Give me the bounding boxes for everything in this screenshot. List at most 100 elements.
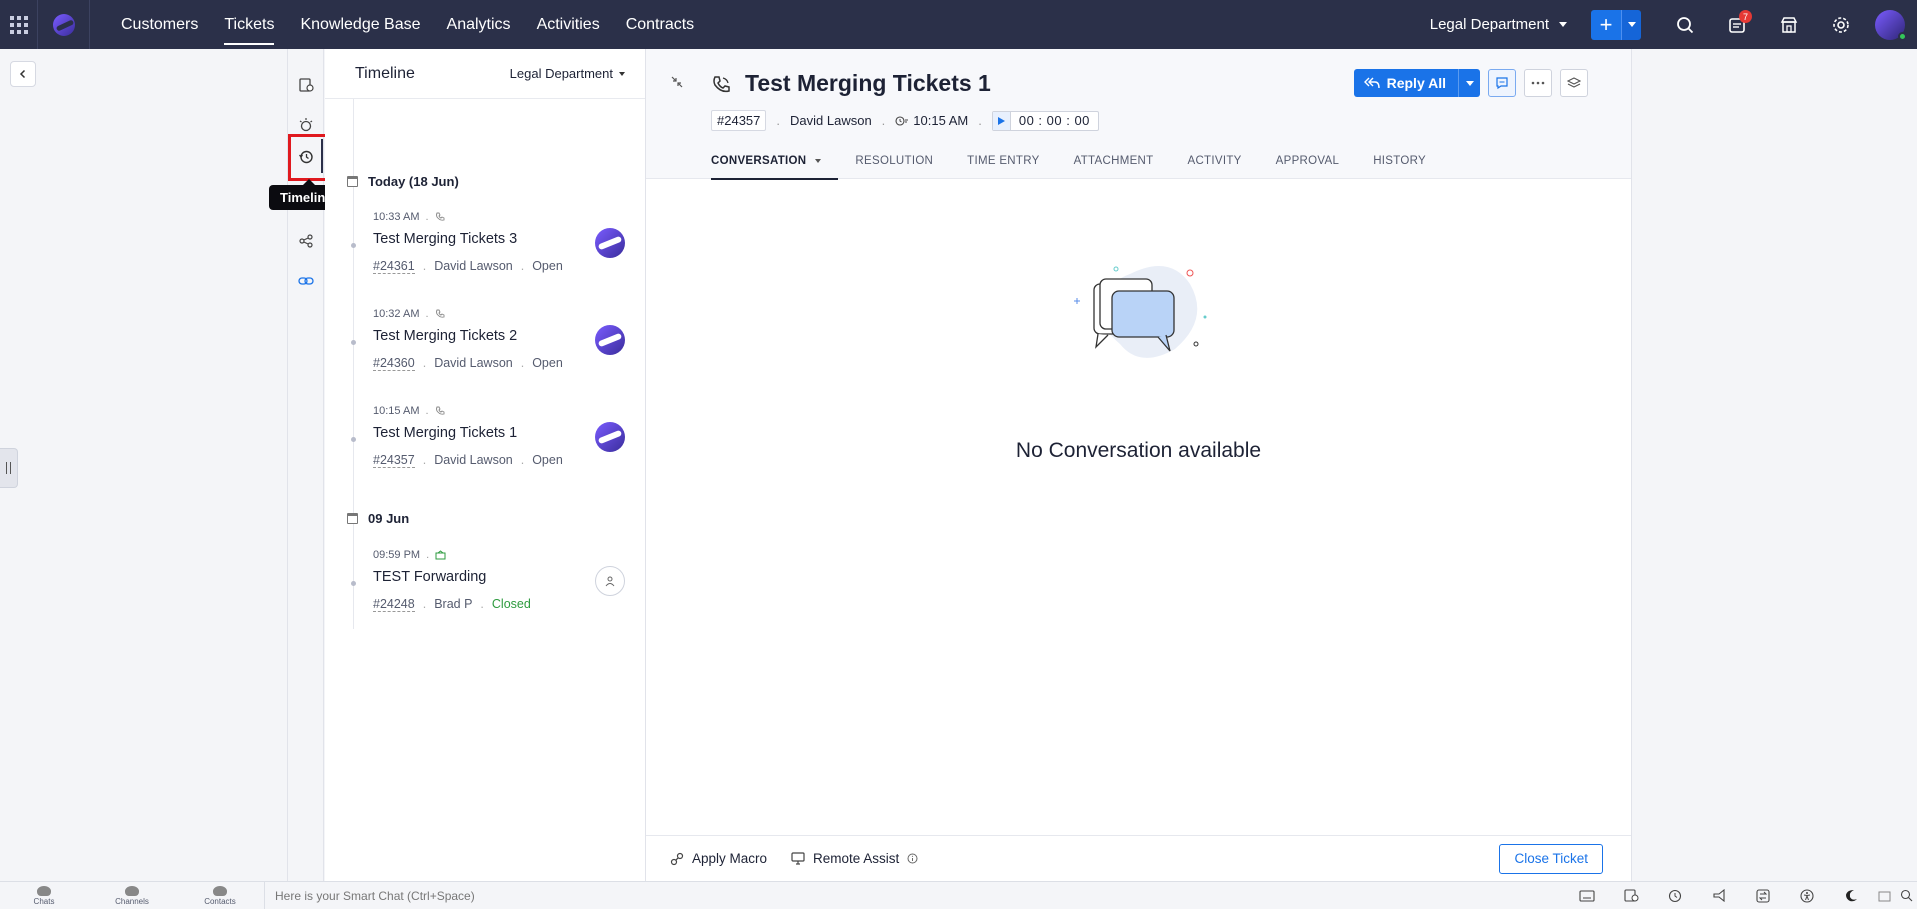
search-icon[interactable] xyxy=(1659,0,1711,49)
collapse-panel-button[interactable] xyxy=(10,61,36,87)
contact-person-icon xyxy=(213,885,227,896)
timeline-title: Timeline xyxy=(355,64,415,82)
tab-approval[interactable]: APPROVAL xyxy=(1259,142,1357,179)
panel-resize-handle[interactable] xyxy=(0,448,18,488)
remote-assist-button[interactable]: Remote Assist xyxy=(791,851,918,866)
ticket-number[interactable]: #24357 xyxy=(711,110,767,131)
clock-icon[interactable] xyxy=(1653,882,1697,909)
reply-all-button[interactable]: Reply All xyxy=(1353,69,1480,97)
phone-icon xyxy=(435,406,444,415)
more-dots-icon xyxy=(1531,81,1545,85)
item-number[interactable]: #24357 xyxy=(373,453,415,468)
timeline-department-label: Legal Department xyxy=(509,66,613,81)
ticket-contact[interactable]: David Lawson xyxy=(790,113,872,128)
highlight-annotation xyxy=(288,134,330,181)
settings-gear-icon[interactable] xyxy=(1815,0,1867,49)
timeline-item[interactable]: 10:15 AM. Test Merging Tickets 1 #24357.… xyxy=(325,405,645,485)
share-icon[interactable] xyxy=(288,226,324,256)
user-avatar[interactable] xyxy=(1875,9,1907,41)
timeline-item[interactable]: 10:33 AM. Test Merging Tickets 3 #24361.… xyxy=(325,211,645,291)
comment-button[interactable] xyxy=(1488,69,1516,97)
phone-icon xyxy=(435,309,444,318)
linked-tickets-icon[interactable] xyxy=(288,266,324,296)
item-time: 10:32 AM xyxy=(373,308,420,320)
dark-mode-moon-icon[interactable] xyxy=(1829,882,1873,909)
item-subject[interactable]: TEST Forwarding xyxy=(373,569,486,585)
play-icon[interactable] xyxy=(992,111,1011,130)
chevron-down-icon xyxy=(1559,22,1567,27)
module-tabs: Customers Tickets Knowledge Base Analyti… xyxy=(108,0,707,49)
notification-badge: 7 xyxy=(1739,10,1752,23)
timeline-department-selector[interactable]: Legal Department xyxy=(510,66,625,81)
day-label: Today (18 Jun) xyxy=(368,174,459,189)
tab-activities[interactable]: Activities xyxy=(524,0,613,49)
switch-icon[interactable] xyxy=(1741,882,1785,909)
tab-knowledge-base[interactable]: Knowledge Base xyxy=(287,0,433,49)
tab-attachment[interactable]: ATTACHMENT xyxy=(1057,142,1171,179)
keyboard-icon[interactable] xyxy=(1565,882,1609,909)
top-navigation-bar: Customers Tickets Knowledge Base Analyti… xyxy=(0,0,1917,49)
reply-all-label: Reply All xyxy=(1386,75,1446,91)
timeline-item[interactable]: 09:59 PM. TEST Forwarding #24248. Brad P… xyxy=(325,549,645,629)
announcement-icon[interactable] xyxy=(1697,882,1741,909)
ticket-header: Test Merging Tickets 1 #24357 . David La… xyxy=(646,49,1631,180)
close-ticket-button[interactable]: Close Ticket xyxy=(1499,843,1603,874)
item-contact: David Lawson xyxy=(434,259,513,273)
item-subject[interactable]: Test Merging Tickets 2 xyxy=(373,328,517,344)
channels-button[interactable]: Channels xyxy=(88,882,176,909)
item-status: Open xyxy=(532,356,563,370)
tab-time-entry[interactable]: TIME ENTRY xyxy=(950,142,1056,179)
item-status: Closed xyxy=(491,597,531,611)
timeline-item[interactable]: 10:32 AM. Test Merging Tickets 2 #24360.… xyxy=(325,308,645,388)
calendar-icon xyxy=(347,513,358,524)
accessibility-icon[interactable] xyxy=(1785,882,1829,909)
tab-contracts[interactable]: Contracts xyxy=(613,0,707,49)
layers-button[interactable] xyxy=(1560,69,1588,97)
comment-icon xyxy=(1496,77,1508,90)
more-options-button[interactable] xyxy=(1524,69,1552,97)
item-number[interactable]: #24248 xyxy=(373,597,415,612)
item-number[interactable]: #24361 xyxy=(373,259,415,274)
chats-button[interactable]: Chats xyxy=(0,882,88,909)
plus-icon[interactable]: + xyxy=(1591,9,1621,40)
item-subject[interactable]: Test Merging Tickets 3 xyxy=(373,231,517,247)
item-subject[interactable]: Test Merging Tickets 1 xyxy=(373,425,517,441)
smart-chat-input[interactable]: Here is your Smart Chat (Ctrl+Space) xyxy=(264,881,1565,909)
reply-dropdown-button[interactable] xyxy=(1458,69,1480,97)
channels-people-icon xyxy=(125,885,139,896)
tab-tickets[interactable]: Tickets xyxy=(211,0,287,49)
online-status-icon xyxy=(1898,31,1907,41)
app-grid-icon[interactable] xyxy=(0,0,38,49)
add-new-button[interactable]: + xyxy=(1591,9,1641,40)
item-time: 10:15 AM xyxy=(373,405,420,417)
collapse-arrows-icon[interactable] xyxy=(670,75,684,94)
bottom-search-icon[interactable] xyxy=(1895,882,1917,909)
item-status: Open xyxy=(532,453,563,467)
chevron-down-icon xyxy=(619,71,625,76)
tab-history[interactable]: HISTORY xyxy=(1356,142,1443,179)
tab-activity[interactable]: ACTIVITY xyxy=(1170,142,1258,179)
tab-customers[interactable]: Customers xyxy=(108,0,211,49)
tab-resolution[interactable]: RESOLUTION xyxy=(838,142,950,179)
marketplace-icon[interactable] xyxy=(1763,0,1815,49)
apply-macro-button[interactable]: Apply Macro xyxy=(670,851,767,866)
ticket-properties-icon[interactable] xyxy=(288,70,324,100)
layers-icon xyxy=(1567,77,1581,88)
notifications-icon[interactable]: 7 xyxy=(1711,0,1763,49)
tab-conversation[interactable]: CONVERSATION xyxy=(711,142,839,180)
item-number[interactable]: #24360 xyxy=(373,356,415,371)
department-selector[interactable]: Legal Department xyxy=(1430,16,1567,33)
chat-bubble-icon xyxy=(37,885,51,896)
app-logo[interactable] xyxy=(38,0,90,49)
bottom-bar: Chats Channels Contacts Here is your Sma… xyxy=(0,881,1917,909)
ticket-timer[interactable]: 00 : 00 : 00 xyxy=(991,110,1099,131)
phone-channel-icon xyxy=(711,75,731,100)
add-dropdown-button[interactable] xyxy=(1621,9,1641,40)
ticket-settings-icon[interactable] xyxy=(1609,882,1653,909)
contacts-button[interactable]: Contacts xyxy=(176,882,264,909)
ticket-tabs: CONVERSATION RESOLUTION TIME ENTRY ATTAC… xyxy=(711,142,1443,180)
tab-analytics[interactable]: Analytics xyxy=(434,0,524,49)
reply-all-icon xyxy=(1363,77,1380,89)
tray-icon[interactable] xyxy=(1873,882,1895,909)
phone-icon xyxy=(435,212,444,221)
